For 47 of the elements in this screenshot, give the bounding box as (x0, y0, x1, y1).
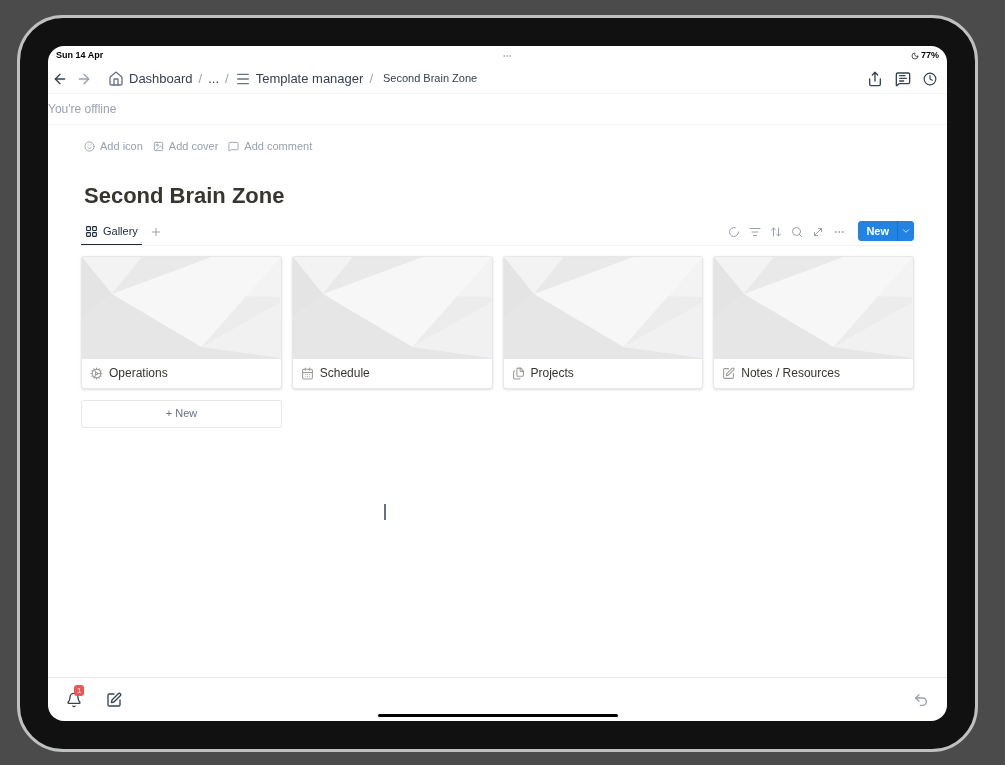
page-title: Second Brain Zone (83, 181, 286, 210)
gallery-card[interactable]: Operations (81, 255, 282, 389)
history-icon[interactable] (923, 71, 937, 86)
share-icon[interactable] (867, 70, 883, 87)
card-title: Notes / Resources (741, 365, 840, 382)
gallery-card[interactable]: Notes / Resources (713, 255, 914, 389)
text-cursor (384, 503, 386, 520)
loading-icon (728, 226, 741, 238)
filter-icon[interactable] (749, 226, 762, 238)
image-icon (152, 140, 164, 152)
comment-icon (228, 140, 240, 152)
card-title: Schedule (319, 365, 370, 382)
notification-badge: 1 (74, 684, 85, 696)
search-icon[interactable] (791, 226, 804, 238)
gallery-card[interactable]: Schedule (291, 255, 493, 389)
breadcrumb-link[interactable]: Template manager (255, 68, 364, 89)
card-title: Operations (109, 365, 168, 382)
notifications-icon[interactable] (66, 691, 82, 708)
battery-level: 77% (920, 49, 939, 63)
sort-icon[interactable] (770, 226, 783, 238)
add-view-icon[interactable] (149, 226, 162, 238)
focus-icon (910, 52, 919, 60)
new-card-button[interactable]: + New (81, 399, 282, 428)
smiley-icon (84, 140, 95, 152)
documents-icon (511, 366, 525, 380)
calendar-icon (300, 366, 314, 380)
home-icon (108, 70, 124, 87)
card-title: Projects (530, 365, 574, 382)
edit-icon (722, 366, 736, 380)
compose-icon[interactable] (106, 691, 122, 708)
status-date: Sun 14 Apr (56, 49, 104, 63)
breadcrumb-separator: / (225, 69, 229, 88)
gears-icon (90, 366, 103, 380)
breadcrumb-link[interactable]: Dashboard (129, 68, 193, 89)
undo-icon[interactable] (913, 691, 929, 708)
new-dropdown-button[interactable] (897, 221, 914, 241)
breadcrumb-link[interactable]: Second Brain Zone (383, 70, 478, 87)
breadcrumb-link[interactable]: ... (208, 68, 220, 89)
comments-icon[interactable] (895, 70, 911, 87)
view-tab[interactable]: Gallery (81, 219, 142, 245)
chevron-down-icon (901, 226, 911, 236)
gallery-card[interactable]: Projects (502, 255, 704, 389)
offline-notice: You're offline (48, 101, 117, 118)
breadcrumb-separator: / (198, 69, 203, 88)
expand-icon[interactable] (812, 226, 825, 238)
grid-icon (85, 225, 98, 238)
breadcrumb-separator: / (369, 69, 373, 88)
